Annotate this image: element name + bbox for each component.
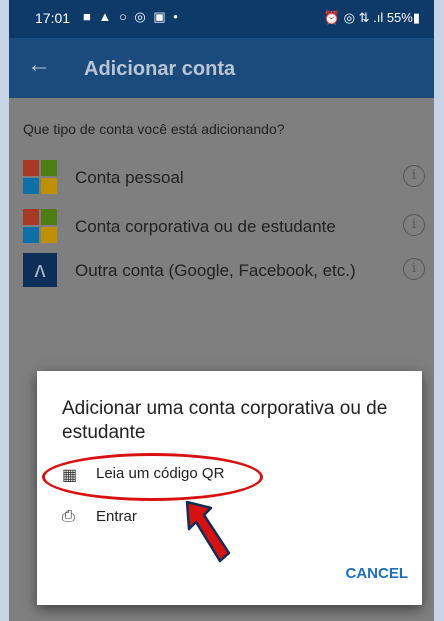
account-option-work[interactable]: Conta corporativa ou de estudante i <box>9 204 434 249</box>
info-icon[interactable]: i <box>403 258 425 280</box>
microsoft-logo-icon <box>23 209 57 243</box>
account-option-label: Conta corporativa ou de estudante <box>75 217 336 236</box>
dialog-title: Adicionar uma conta corporativa ou de es… <box>62 398 388 443</box>
microsoft-logo-icon <box>23 160 57 194</box>
status-bar: 17:01 ■ ▲ ○ ◎ ▣ • ⏰ ◎ ⇅ .ıl 55%▮ <box>9 0 434 38</box>
qr-code-icon: ▦ <box>62 467 78 484</box>
account-option-label: Outra conta (Google, Facebook, etc.) <box>75 261 356 280</box>
status-time: 17:01 <box>35 10 71 26</box>
back-arrow-icon[interactable]: ← <box>27 53 51 77</box>
scan-qr-option[interactable]: ▦ Leia um código QR <box>62 460 262 490</box>
info-icon[interactable]: i <box>403 165 425 187</box>
cancel-button[interactable]: CANCEL <box>346 565 409 582</box>
badge-icon: ⎙ <box>62 508 75 525</box>
account-option-other[interactable]: ᴧ Outra conta (Google, Facebook, etc.) i <box>9 248 434 293</box>
info-icon[interactable]: i <box>403 214 425 236</box>
scan-qr-label: Leia um código QR <box>96 465 225 482</box>
phone-screen: 17:01 ■ ▲ ○ ◎ ▣ • ⏰ ◎ ⇅ .ıl 55%▮ ← Adici… <box>9 0 434 621</box>
page-title: Adicionar conta <box>84 58 236 80</box>
app-bar: ← Adicionar conta <box>9 38 434 98</box>
notification-icons: ■ ▲ ○ ◎ ▣ • <box>83 9 180 24</box>
status-right-icons: ⏰ ◎ ⇅ .ıl 55%▮ <box>323 10 420 25</box>
question-label: Que tipo de conta você está adicionando? <box>23 121 285 137</box>
person-icon: ᴧ <box>23 253 57 287</box>
account-option-personal[interactable]: Conta pessoal i <box>9 155 434 200</box>
sign-in-label: Entrar <box>96 508 137 525</box>
account-option-label: Conta pessoal <box>75 168 184 187</box>
annotation-arrow-icon <box>185 500 231 563</box>
sign-in-option[interactable]: ⎙ Entrar <box>62 503 182 533</box>
